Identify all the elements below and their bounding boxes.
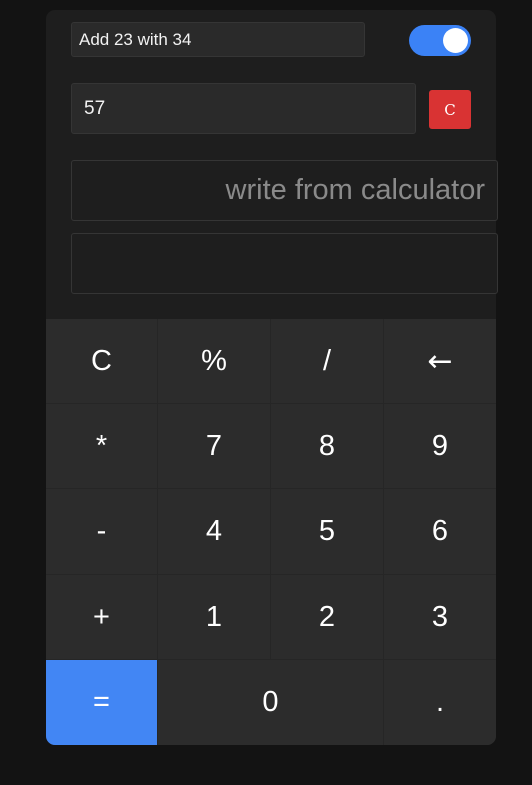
key-3[interactable]: 3: [384, 575, 496, 660]
calculator-display[interactable]: [71, 160, 498, 221]
result-input[interactable]: [71, 83, 416, 134]
toggle-knob: [443, 28, 468, 53]
key-0[interactable]: 0: [158, 660, 384, 745]
mode-toggle[interactable]: [409, 25, 471, 56]
key-6[interactable]: 6: [384, 489, 496, 575]
clear-result-button[interactable]: C: [429, 90, 471, 129]
key-4[interactable]: 4: [158, 489, 271, 575]
key-decimal[interactable]: .: [384, 660, 496, 745]
key-backspace[interactable]: ←: [384, 319, 496, 404]
key-5[interactable]: 5: [271, 489, 384, 575]
key-7[interactable]: 7: [158, 404, 271, 489]
key-2[interactable]: 2: [271, 575, 384, 660]
key-divide[interactable]: /: [271, 319, 384, 404]
key-1[interactable]: 1: [158, 575, 271, 660]
key-9[interactable]: 9: [384, 404, 496, 489]
key-subtract[interactable]: -: [46, 489, 158, 575]
key-multiply[interactable]: *: [46, 404, 158, 489]
calculator-history-display[interactable]: [71, 233, 498, 294]
key-add[interactable]: +: [46, 575, 158, 660]
prompt-input[interactable]: [71, 22, 365, 57]
key-equals[interactable]: =: [46, 660, 158, 745]
key-8[interactable]: 8: [271, 404, 384, 489]
calculator-panel: C C % / ← * 7 8 9 - 4 5 6 + 1 2 3 = 0 .: [46, 10, 498, 745]
key-clear[interactable]: C: [46, 319, 158, 404]
key-percent[interactable]: %: [158, 319, 271, 404]
keypad: C % / ← * 7 8 9 - 4 5 6 + 1 2 3 = 0 .: [46, 319, 496, 745]
